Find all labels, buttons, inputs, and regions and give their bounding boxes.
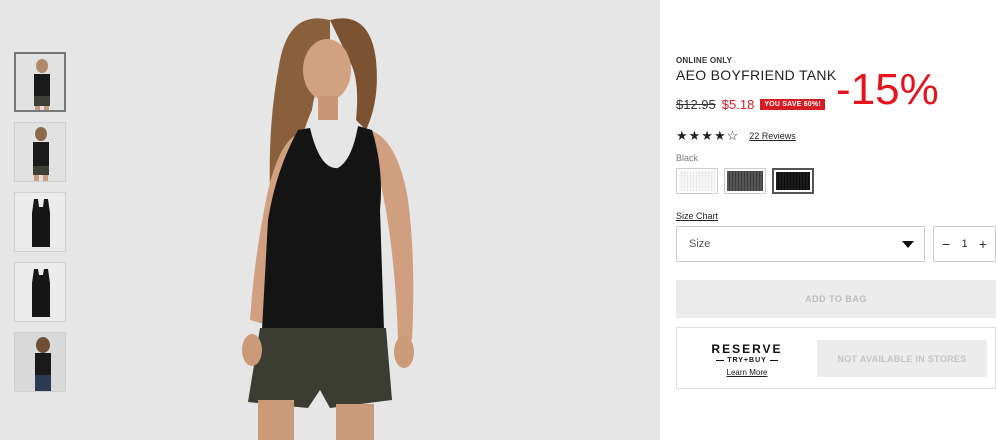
thumbnail-back[interactable] — [14, 122, 66, 182]
add-to-bag-button[interactable]: ADD TO BAG — [676, 280, 996, 318]
price-row: $12.95 $5.18 YOU SAVE 60%! — [676, 97, 825, 112]
savings-badge: YOU SAVE 60%! — [760, 99, 825, 110]
divider — [769, 360, 778, 361]
original-price: $12.95 — [676, 97, 716, 112]
swatch-black[interactable] — [772, 168, 814, 194]
quantity-stepper: − 1 + — [933, 226, 996, 262]
sale-price: $5.18 — [721, 97, 755, 112]
online-only-label: ONLINE ONLY — [676, 56, 733, 65]
star-rating-icon: ★★★★☆ — [676, 128, 740, 143]
product-title: AEO BOYFRIEND TANK — [676, 67, 837, 83]
reserve-logo: RESERVE TRY+BUY Learn More — [707, 342, 787, 377]
product-detail-panel: ONLINE ONLY AEO BOYFRIEND TANK -15% $12.… — [660, 0, 996, 440]
learn-more-link[interactable]: Learn More — [707, 368, 787, 377]
qty-value: 1 — [961, 238, 968, 250]
thumbnail-list — [14, 52, 70, 402]
thumbnail-flat-front[interactable] — [14, 192, 66, 252]
chevron-down-icon — [902, 240, 914, 248]
divider — [716, 360, 725, 361]
product-gallery — [0, 0, 660, 440]
product-main-image — [242, 18, 414, 440]
swatch-charcoal[interactable] — [724, 168, 766, 194]
qty-increase-button[interactable]: + — [979, 236, 987, 252]
rating-row: ★★★★☆ 22 Reviews — [676, 128, 796, 144]
size-placeholder: Size — [689, 238, 711, 250]
discount-overlay: -15% — [836, 65, 939, 114]
color-swatches — [676, 168, 814, 194]
reviews-link[interactable]: 22 Reviews — [749, 131, 796, 141]
thumbnail-lifestyle[interactable] — [14, 332, 66, 392]
not-available-button: NOT AVAILABLE IN STORES — [817, 340, 987, 377]
size-dropdown[interactable]: Size — [676, 226, 925, 262]
thumbnail-flat-back[interactable] — [14, 262, 66, 322]
try-buy-label: TRY+BUY — [727, 357, 767, 364]
thumbnail-front[interactable] — [14, 52, 66, 112]
size-chart-link[interactable]: Size Chart — [676, 211, 718, 221]
selected-color-label: Black — [676, 153, 699, 163]
reserve-try-buy-box: RESERVE TRY+BUY Learn More NOT AVAILABLE… — [676, 327, 996, 389]
swatch-white[interactable] — [676, 168, 718, 194]
qty-decrease-button[interactable]: − — [942, 236, 950, 252]
reserve-title: RESERVE — [711, 342, 783, 356]
